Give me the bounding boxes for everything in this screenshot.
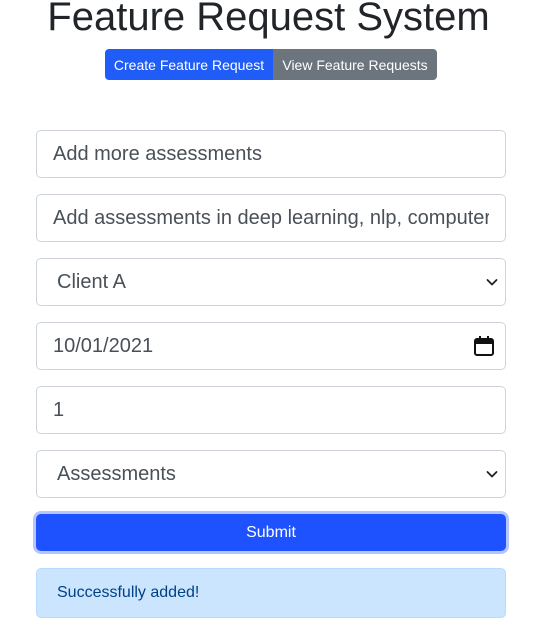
create-feature-request-button[interactable]: Create Feature Request bbox=[105, 49, 273, 80]
client-select[interactable]: Client A bbox=[36, 258, 506, 306]
nav-button-group: Create Feature Request View Feature Requ… bbox=[105, 49, 437, 80]
priority-input-value: 1 bbox=[53, 398, 65, 421]
chevron-down-icon bbox=[486, 279, 498, 286]
description-input[interactable]: Add assessments in deep learning, nlp, c… bbox=[36, 194, 506, 242]
title-input-value: Add more assessments bbox=[53, 142, 262, 165]
page-title: Feature Request System bbox=[47, 0, 490, 39]
product-area-select[interactable]: Assessments bbox=[36, 450, 506, 498]
client-select-value: Client A bbox=[57, 270, 126, 293]
success-alert: Successfully added! bbox=[36, 568, 506, 618]
target-date-value: 10/01/2021 bbox=[53, 334, 154, 357]
title-input[interactable]: Add more assessments bbox=[36, 130, 506, 178]
view-feature-requests-button[interactable]: View Feature Requests bbox=[273, 49, 437, 80]
submit-button[interactable]: Submit bbox=[36, 514, 506, 551]
chevron-down-icon bbox=[486, 471, 498, 478]
success-alert-message: Successfully added! bbox=[57, 584, 200, 601]
calendar-icon[interactable] bbox=[473, 335, 495, 357]
priority-input[interactable]: 1 bbox=[36, 386, 506, 434]
description-input-value: Add assessments in deep learning, nlp, c… bbox=[53, 206, 489, 229]
product-area-select-value: Assessments bbox=[57, 462, 176, 485]
target-date-input[interactable]: 10/01/2021 bbox=[36, 322, 506, 370]
